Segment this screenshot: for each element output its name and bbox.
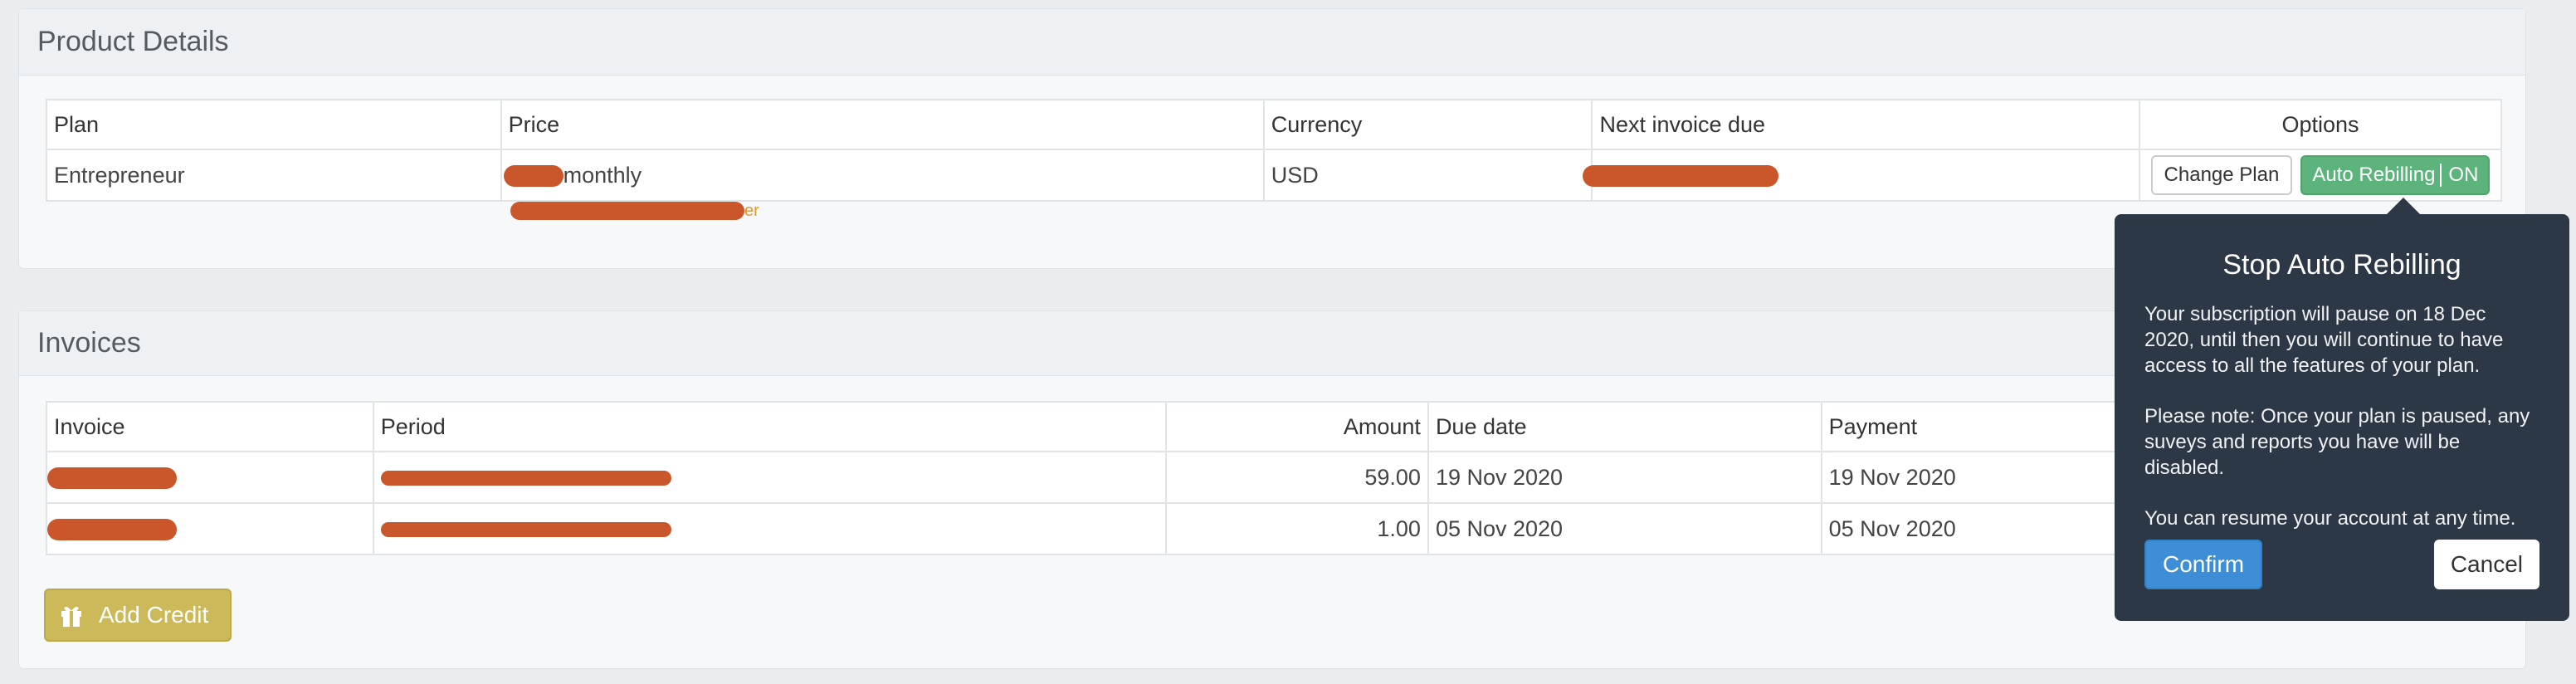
add-credit-button[interactable]: Add Credit: [44, 589, 232, 642]
popover-paragraph: You can resume your account at any time.: [2144, 507, 2516, 530]
popover-actions: Confirm Cancel: [2144, 540, 2539, 589]
column-header-next-invoice: Next invoice due: [1591, 99, 2140, 150]
column-header-plan: Plan: [46, 99, 502, 150]
currency-cell: USD: [1262, 149, 1593, 202]
period-cell: [372, 502, 1168, 555]
amount-cell: 1.00: [1165, 502, 1429, 555]
options-cell: Change Plan Auto Rebilling ON: [2138, 149, 2503, 202]
stop-auto-rebilling-popover: Stop Auto Rebilling Your subscription wi…: [2115, 198, 2569, 621]
period-cell: [372, 451, 1168, 504]
redacted-period: [380, 522, 671, 538]
add-credit-label: Add Credit: [99, 602, 209, 628]
redacted-invoice-id: [47, 519, 177, 541]
redacted-price: [503, 165, 564, 188]
next-invoice-cell: [1583, 149, 2140, 202]
table-row: Entrepreneur monthly USD Change Plan Auto…: [46, 149, 2503, 202]
redacted-invoice-id: [47, 467, 177, 490]
confirm-button[interactable]: Confirm: [2144, 540, 2263, 589]
cancel-button[interactable]: Cancel: [2433, 540, 2539, 589]
column-header-due-date: Due date: [1427, 401, 1822, 452]
redacted-period: [380, 471, 671, 486]
price-cell: monthly: [500, 149, 1265, 202]
column-header-currency: Currency: [1262, 99, 1593, 150]
redacted-price-note: [510, 202, 744, 220]
product-details-table: Plan Price Currency Next invoice due Opt…: [46, 99, 2503, 202]
due-date-cell: 19 Nov 2020: [1427, 451, 1822, 504]
auto-rebilling-label: Auto Rebilling: [2312, 164, 2436, 186]
column-header-period: Period: [372, 401, 1168, 452]
gift-icon: [61, 606, 81, 627]
auto-rebilling-toggle[interactable]: Auto Rebilling ON: [2300, 155, 2491, 195]
auto-rebilling-state: ON: [2440, 164, 2488, 187]
popover-paragraph: Please note: Once your plan is paused, a…: [2144, 405, 2530, 479]
panel-title: Product Details: [19, 9, 2525, 76]
popover-arrow: [2387, 198, 2420, 214]
amount-cell: 59.00: [1165, 451, 1429, 504]
column-header-price: Price: [500, 99, 1265, 150]
invoice-cell: [46, 451, 374, 504]
column-header-invoice: Invoice: [46, 401, 374, 452]
plan-cell: Entrepreneur: [46, 149, 502, 202]
popover-title: Stop Auto Rebilling: [2222, 249, 2461, 281]
redacted-next-invoice: [1583, 165, 1779, 188]
popover-paragraph: Your subscription will pause on 18 Dec 2…: [2144, 303, 2504, 377]
price-note-suffix: er: [744, 202, 759, 220]
change-plan-button[interactable]: Change Plan: [2150, 155, 2293, 195]
column-header-options: Options: [2138, 99, 2503, 150]
price-period: monthly: [563, 162, 642, 188]
table-header-row: Plan Price Currency Next invoice due Opt…: [46, 99, 2503, 150]
invoice-cell: [46, 502, 374, 555]
column-header-amount: Amount: [1165, 401, 1429, 452]
due-date-cell: 05 Nov 2020: [1427, 502, 1822, 555]
